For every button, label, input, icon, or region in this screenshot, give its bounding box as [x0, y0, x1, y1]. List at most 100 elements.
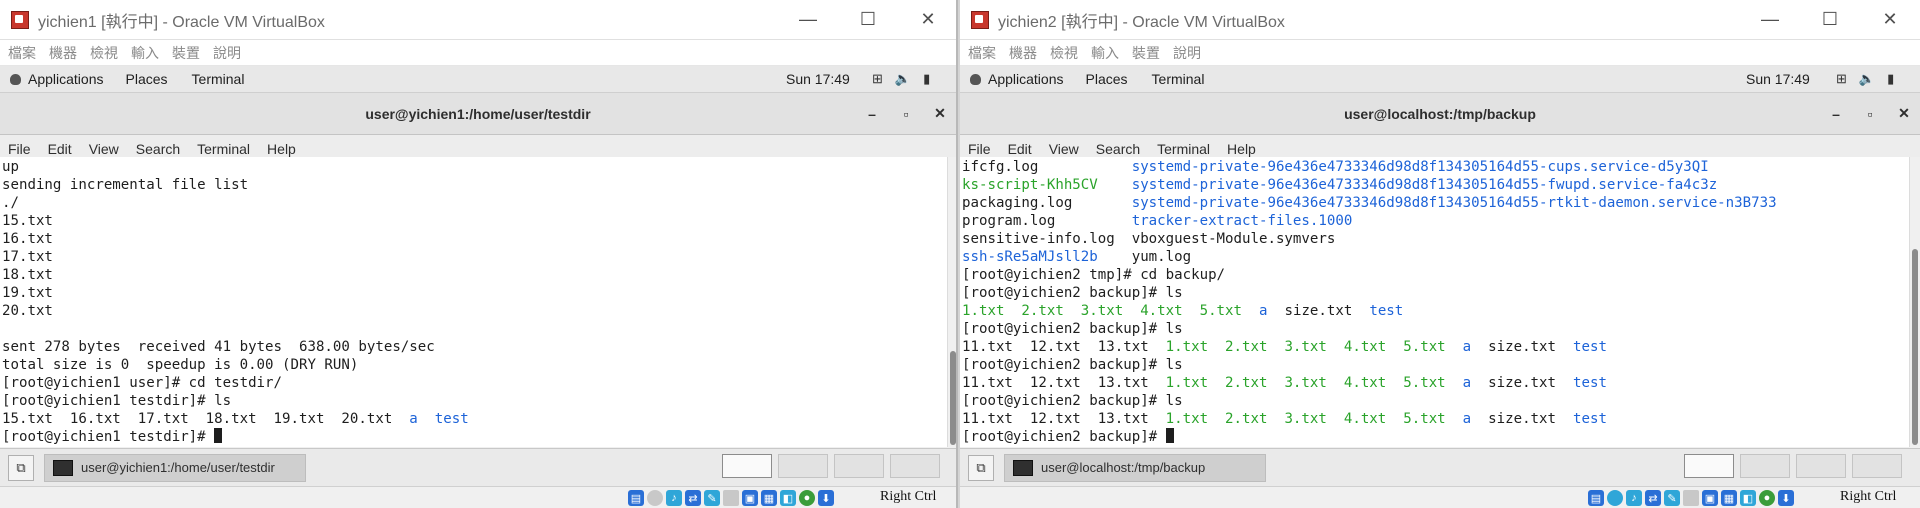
cpu-icon[interactable]: ◧ [780, 490, 796, 506]
applications-menu[interactable]: Applications [10, 71, 104, 87]
menu-input[interactable]: 輸入 [131, 43, 159, 63]
terminal-text: sending incremental file list [2, 177, 249, 193]
terminal-minimize-button[interactable]: – [1826, 106, 1846, 122]
optical-drive-icon[interactable] [1607, 490, 1623, 506]
power-icon[interactable]: ▮ [1887, 71, 1894, 87]
terminal-menu-view[interactable]: View [89, 141, 119, 157]
maximize-button[interactable]: ☐ [838, 9, 898, 30]
terminal-text: a [1462, 375, 1472, 391]
terminal-line: [root@yichien2 backup]# ls [962, 356, 1909, 374]
workspace-3[interactable] [834, 454, 884, 478]
places-menu[interactable]: Places [126, 71, 168, 87]
maximize-button[interactable]: ☐ [1800, 9, 1860, 30]
menu-view[interactable]: 檢視 [1050, 43, 1078, 63]
vbox-titlebar[interactable]: yichien1 [執行中] - Oracle VM VirtualBox — … [0, 0, 956, 40]
terminal-scrollbar[interactable] [1909, 157, 1920, 447]
terminal-menu-file[interactable]: File [968, 141, 991, 157]
terminal-app-menu[interactable]: Terminal [192, 71, 245, 87]
clock[interactable]: Sun 17:49 [786, 71, 850, 87]
terminal-cursor [214, 428, 223, 443]
terminal-menu-terminal[interactable]: Terminal [197, 141, 250, 157]
workspace-1[interactable] [1684, 454, 1734, 478]
terminal-close-button[interactable]: ✕ [1894, 105, 1914, 122]
terminal-output[interactable]: up sending incremental file list ./ 15.txt 1… [0, 157, 947, 447]
vbox-titlebar[interactable]: yichien2 [執行中] - Oracle VM VirtualBox — … [960, 0, 1920, 40]
scrollbar-thumb[interactable] [950, 351, 956, 445]
optical-drive-icon[interactable] [647, 490, 663, 506]
mouse-integration-icon[interactable]: ⬇ [818, 490, 834, 506]
audio-icon[interactable]: ♪ [666, 490, 682, 506]
terminal-titlebar[interactable]: user@localhost:/tmp/backup – ▫ ✕ [960, 93, 1920, 135]
network-icon[interactable]: ⊞ [872, 71, 883, 87]
workspace-1[interactable] [722, 454, 772, 478]
applications-menu[interactable]: Applications [970, 71, 1064, 87]
guest-additions-icon[interactable]: ● [1759, 490, 1775, 506]
terminal-menu-view[interactable]: View [1049, 141, 1079, 157]
menu-input[interactable]: 輸入 [1091, 43, 1119, 63]
terminal-close-button[interactable]: ✕ [930, 105, 950, 122]
show-desktop-icon[interactable]: ⧉ [8, 454, 34, 481]
network-icon[interactable]: ⊞ [1836, 71, 1847, 87]
terminal-menu-help[interactable]: Help [1227, 141, 1256, 157]
hard-disk-icon[interactable]: ▤ [1588, 490, 1604, 506]
close-button[interactable]: ✕ [1860, 9, 1920, 30]
terminal-maximize-button[interactable]: ▫ [1860, 106, 1880, 122]
menu-devices[interactable]: 裝置 [172, 43, 200, 63]
terminal-maximize-button[interactable]: ▫ [896, 106, 916, 122]
terminal-titlebar[interactable]: user@yichien1:/home/user/testdir – ▫ ✕ [0, 93, 956, 135]
usb-icon[interactable]: ✎ [1664, 490, 1680, 506]
scrollbar-thumb[interactable] [1912, 249, 1918, 445]
hard-disk-icon[interactable]: ▤ [628, 490, 644, 506]
close-button[interactable]: ✕ [898, 9, 956, 30]
power-icon[interactable]: ▮ [923, 71, 930, 87]
terminal-output[interactable]: ifcfg.log systemd-private-96e436e4733346… [960, 157, 1909, 447]
minimize-button[interactable]: — [778, 9, 838, 30]
terminal-scrollbar[interactable] [947, 157, 956, 447]
network-adapter-icon[interactable]: ⇄ [1645, 490, 1661, 506]
terminal-menu-search[interactable]: Search [1096, 141, 1140, 157]
taskbar-terminal-item[interactable]: user@yichien1:/home/user/testdir [44, 453, 306, 482]
terminal-menu-terminal[interactable]: Terminal [1157, 141, 1210, 157]
places-menu[interactable]: Places [1086, 71, 1128, 87]
volume-icon[interactable]: 🔈 [895, 71, 911, 87]
clock[interactable]: Sun 17:49 [1746, 71, 1810, 87]
workspace-4[interactable] [1852, 454, 1902, 478]
taskbar-terminal-item[interactable]: user@localhost:/tmp/backup [1004, 453, 1266, 482]
terminal-menu-edit[interactable]: Edit [1008, 141, 1032, 157]
capture-icon[interactable]: ▦ [1721, 490, 1737, 506]
menu-machine[interactable]: 機器 [1009, 43, 1037, 63]
terminal-app-menu[interactable]: Terminal [1152, 71, 1205, 87]
workspace-3[interactable] [1796, 454, 1846, 478]
display-icon[interactable]: ▣ [742, 490, 758, 506]
terminal-menu-help[interactable]: Help [267, 141, 296, 157]
workspace-2[interactable] [1740, 454, 1790, 478]
workspace-2[interactable] [778, 454, 828, 478]
menu-machine[interactable]: 機器 [49, 43, 77, 63]
terminal-menu-search[interactable]: Search [136, 141, 180, 157]
terminal-minimize-button[interactable]: – [862, 106, 882, 122]
mouse-integration-icon[interactable]: ⬇ [1778, 490, 1794, 506]
terminal-menu-file[interactable]: File [8, 141, 31, 157]
display-icon[interactable]: ▣ [1702, 490, 1718, 506]
volume-icon[interactable]: 🔈 [1859, 71, 1875, 87]
show-desktop-icon[interactable]: ⧉ [968, 454, 994, 481]
network-adapter-icon[interactable]: ⇄ [685, 490, 701, 506]
capture-icon[interactable]: ▦ [761, 490, 777, 506]
menu-help[interactable]: 說明 [1173, 43, 1201, 63]
terminal-menu-edit[interactable]: Edit [48, 141, 72, 157]
workspace-4[interactable] [890, 454, 940, 478]
terminal-line: sensitive-info.log vboxguest-Module.symv… [962, 230, 1909, 248]
menu-view[interactable]: 檢視 [90, 43, 118, 63]
menu-file[interactable]: 檔案 [8, 43, 36, 63]
guest-additions-icon[interactable]: ● [799, 490, 815, 506]
audio-icon[interactable]: ♪ [1626, 490, 1642, 506]
minimize-button[interactable]: — [1740, 9, 1800, 30]
usb-icon[interactable]: ✎ [704, 490, 720, 506]
menu-file[interactable]: 檔案 [968, 43, 996, 63]
cpu-icon[interactable]: ◧ [1740, 490, 1756, 506]
terminal-text: ./ [2, 195, 19, 211]
menu-devices[interactable]: 裝置 [1132, 43, 1160, 63]
menu-help[interactable]: 說明 [213, 43, 241, 63]
shared-folders-icon[interactable] [723, 490, 739, 506]
shared-folders-icon[interactable] [1683, 490, 1699, 506]
